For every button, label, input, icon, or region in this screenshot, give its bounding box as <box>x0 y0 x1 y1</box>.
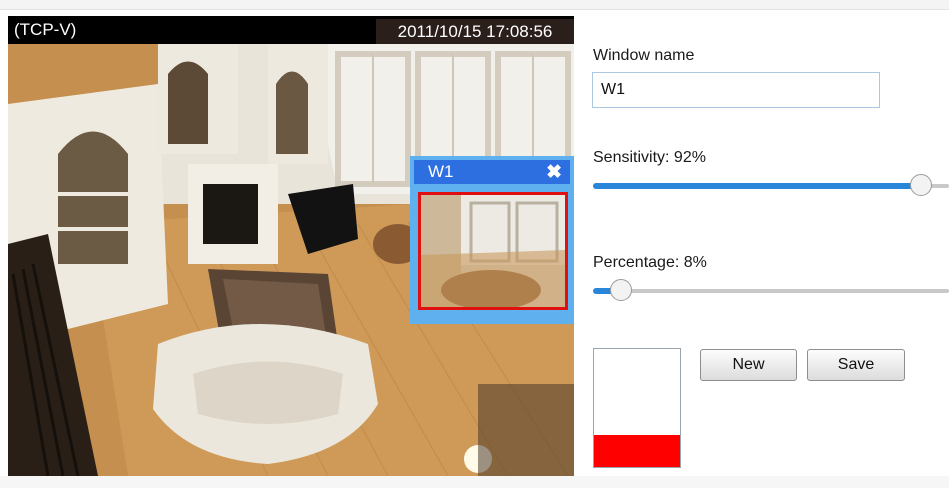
new-button[interactable]: New <box>700 349 797 381</box>
window-name-input[interactable] <box>592 72 880 108</box>
percentage-slider-handle[interactable] <box>610 279 633 301</box>
motion-window-titlebar[interactable]: W1 ✖ <box>414 160 570 184</box>
save-button[interactable]: Save <box>807 349 905 381</box>
video-header-bar: (TCP-V) 2011/10/15 17:08:56 <box>8 16 574 44</box>
live-video-view: (TCP-V) 2011/10/15 17:08:56 W1 ✖ <box>8 16 574 476</box>
motion-activity-indicator <box>593 348 681 468</box>
window-name-label: Window name <box>593 47 695 64</box>
sensitivity-slider-handle[interactable] <box>909 174 932 196</box>
region-preview-image <box>421 195 565 307</box>
percentage-slider[interactable] <box>593 279 949 302</box>
timestamp-overlay: 2011/10/15 17:08:56 <box>376 19 574 44</box>
stream-protocol-label: (TCP-V) <box>14 20 77 39</box>
top-divider <box>0 0 949 10</box>
bottom-divider <box>0 476 949 488</box>
motion-detection-region[interactable] <box>418 192 568 310</box>
motion-window-w1[interactable]: W1 ✖ <box>410 156 574 324</box>
close-x-icon[interactable]: ✖ <box>546 161 562 184</box>
motion-window-name: W1 <box>428 162 454 181</box>
motion-activity-level <box>594 435 680 467</box>
sensitivity-label: Sensitivity: 92% <box>593 149 706 166</box>
sensitivity-slider[interactable] <box>593 174 949 197</box>
sensitivity-slider-fill <box>593 183 921 189</box>
percentage-label: Percentage: 8% <box>593 254 707 271</box>
percentage-slider-track <box>593 289 949 293</box>
